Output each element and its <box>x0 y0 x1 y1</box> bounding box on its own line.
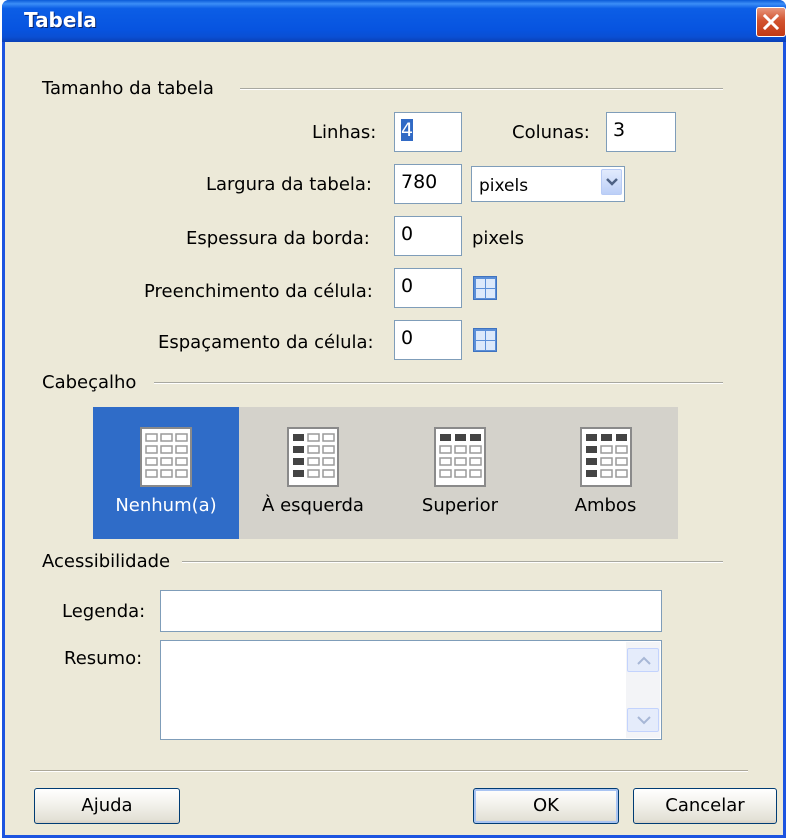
header-option-left-label: À esquerda <box>262 495 364 516</box>
table-no-header-icon <box>140 427 192 487</box>
button-separator <box>30 770 748 772</box>
summary-scrollbar[interactable] <box>626 642 660 738</box>
caption-label: Legenda: <box>62 601 146 622</box>
accessibility-section-legend: Acessibilidade <box>42 551 171 572</box>
header-section-divider <box>154 382 723 384</box>
header-option-top-label: Superior <box>421 495 499 516</box>
spacing-value: 0 <box>401 327 414 349</box>
border-label: Espessura da borda: <box>186 228 370 249</box>
caption-input[interactable] <box>160 590 662 632</box>
scroll-down-button[interactable] <box>627 708 659 732</box>
size-section-legend: Tamanho da tabela <box>42 78 214 99</box>
rows-label: Linhas: <box>312 122 377 143</box>
dialog-title: Tabela <box>24 8 97 32</box>
table-top-header-icon <box>434 427 486 487</box>
summary-textarea[interactable] <box>160 640 662 740</box>
close-icon <box>763 14 779 30</box>
ok-button[interactable]: OK <box>473 788 619 824</box>
title-bar[interactable]: Tabela <box>2 0 786 42</box>
header-options: Nenhum(a) À esquerda Superior Ambos <box>93 407 678 539</box>
close-button[interactable] <box>756 7 786 37</box>
cell-padding-icon <box>473 276 497 300</box>
spacing-label: Espaçamento da célula: <box>158 332 374 353</box>
border-unit-label: pixels <box>472 228 524 249</box>
padding-input[interactable]: 0 <box>394 268 462 308</box>
size-section-divider <box>240 88 723 90</box>
spacing-input[interactable]: 0 <box>394 320 462 360</box>
cols-value: 3 <box>613 119 626 141</box>
chevron-down-icon <box>606 178 618 186</box>
width-input[interactable]: 780 <box>394 164 462 204</box>
border-value: 0 <box>401 223 414 245</box>
header-option-none-label: Nenhum(a) <box>115 495 217 516</box>
padding-label: Preenchimento da célula: <box>144 281 373 302</box>
width-label: Largura da tabela: <box>206 174 372 195</box>
chevron-up-icon <box>637 656 651 665</box>
padding-value: 0 <box>401 275 414 297</box>
cancel-button[interactable]: Cancelar <box>633 788 777 824</box>
header-option-top[interactable]: Superior <box>387 407 533 539</box>
header-option-both[interactable]: Ambos <box>533 407 678 539</box>
table-left-header-icon <box>287 427 339 487</box>
cols-input[interactable]: 3 <box>606 112 676 152</box>
cols-label: Colunas: <box>512 122 590 143</box>
help-button[interactable]: Ajuda <box>34 788 180 824</box>
header-section-legend: Cabeçalho <box>42 372 137 393</box>
rows-value: 4 <box>401 119 414 141</box>
table-both-header-icon <box>579 427 632 487</box>
width-value: 780 <box>401 171 438 193</box>
scroll-up-button[interactable] <box>627 648 659 672</box>
border-input[interactable]: 0 <box>394 216 462 256</box>
header-option-none[interactable]: Nenhum(a) <box>93 407 239 539</box>
cell-spacing-icon <box>473 328 497 352</box>
header-option-both-label: Ambos <box>574 495 637 516</box>
chevron-down-icon <box>637 716 651 725</box>
dropdown-button[interactable] <box>601 169 622 195</box>
width-unit-value: pixels <box>479 176 529 196</box>
rows-input[interactable]: 4 <box>394 112 462 152</box>
width-unit-select[interactable]: pixels <box>471 166 625 202</box>
header-option-left[interactable]: À esquerda <box>239 407 387 539</box>
summary-label: Resumo: <box>64 648 143 669</box>
accessibility-section-divider <box>182 561 723 563</box>
